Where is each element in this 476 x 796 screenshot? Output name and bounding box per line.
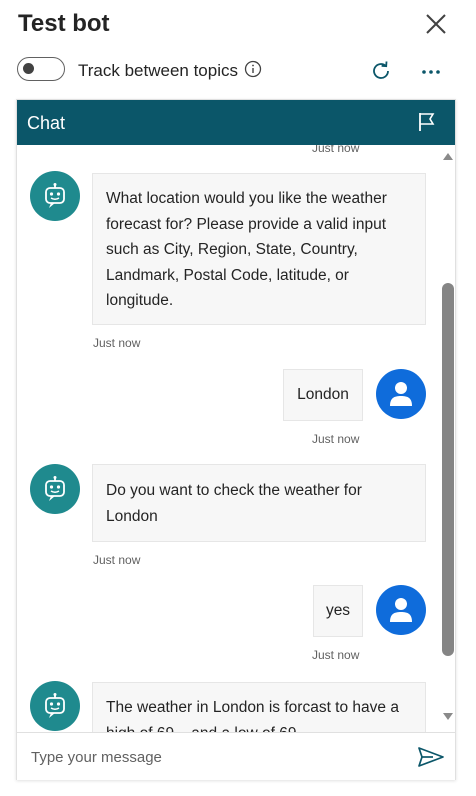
toggle-knob [23, 63, 34, 74]
user-avatar [376, 585, 426, 635]
bot-avatar [30, 171, 80, 221]
bot-message-bubble: Do you want to check the weather for Lon… [92, 464, 426, 542]
more-icon[interactable] [419, 59, 443, 83]
scroll-up-arrow[interactable] [443, 153, 453, 160]
track-between-topics-label: Track between topics [78, 61, 238, 80]
message-timestamp: Just now [312, 432, 360, 446]
info-icon[interactable] [244, 60, 262, 78]
bot-icon [45, 183, 65, 208]
track-between-topics-toggle[interactable] [17, 57, 65, 81]
person-icon [390, 598, 412, 622]
message-timestamp: Just now [93, 336, 141, 350]
chat-header: Chat [17, 100, 455, 145]
person-icon [390, 382, 412, 406]
bot-message-bubble: The weather in London is forcast to have… [92, 682, 426, 732]
scroll-down-arrow[interactable] [443, 713, 453, 720]
bot-avatar [30, 464, 80, 514]
scroll-thumb[interactable] [442, 283, 454, 656]
page-title: Test bot [18, 10, 110, 37]
refresh-icon[interactable] [369, 59, 393, 83]
chat-panel: Chat Just now What location would you li… [16, 99, 456, 780]
user-avatar [376, 369, 426, 419]
user-message-bubble: yes [313, 585, 363, 637]
flag-icon[interactable] [416, 111, 438, 133]
message-timestamp: Just now [312, 145, 360, 155]
message-timestamp: Just now [312, 648, 360, 662]
bot-message-bubble: What location would you like the weather… [92, 173, 426, 325]
chat-header-label: Chat [27, 113, 66, 133]
message-input[interactable] [29, 742, 403, 772]
chat-scrollbar[interactable] [441, 145, 455, 732]
message-timestamp: Just now [93, 553, 141, 567]
close-icon[interactable] [422, 10, 450, 38]
message-list[interactable]: Just now What location would you like th… [17, 145, 441, 732]
send-icon[interactable] [417, 745, 445, 769]
bot-icon [45, 693, 65, 718]
bot-icon [45, 476, 65, 501]
message-input-area [17, 732, 455, 780]
bot-avatar [30, 681, 80, 731]
user-message-bubble: London [283, 369, 363, 421]
